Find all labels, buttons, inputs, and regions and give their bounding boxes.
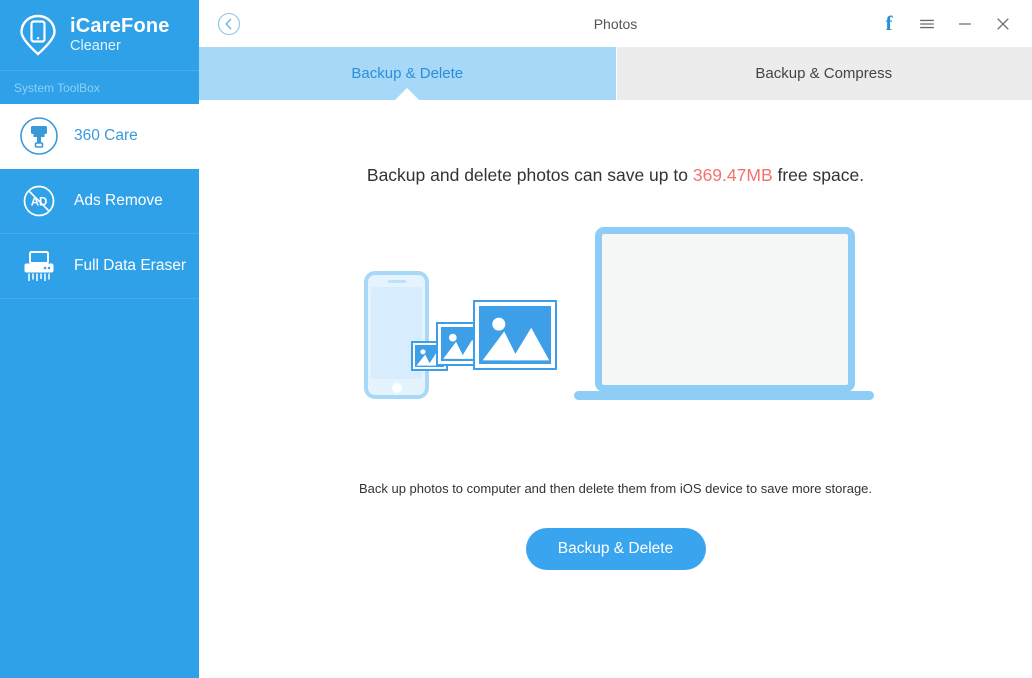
- sidebar-nav: 360 Care AD Ads Remove Full Data Eraser: [0, 104, 199, 299]
- sub-note: Back up photos to computer and then dele…: [358, 481, 873, 496]
- close-icon[interactable]: [984, 4, 1022, 44]
- brush-circle-icon: [18, 115, 60, 157]
- tab-backup-and-delete[interactable]: Backup & Delete: [199, 47, 616, 101]
- window-controls: f: [870, 0, 1022, 47]
- titlebar: Photos f: [199, 0, 1032, 47]
- minimize-icon[interactable]: [946, 4, 984, 44]
- laptop-icon: [595, 227, 855, 392]
- brand: iCareFone Cleaner: [0, 0, 199, 70]
- headline-prefix: Backup and delete photos can save up to: [366, 165, 693, 185]
- sidebar-section-label: System ToolBox: [0, 70, 199, 104]
- tab-divider: [615, 47, 617, 100]
- svg-text:AD: AD: [31, 197, 48, 209]
- tab-label: Backup & Delete: [351, 65, 464, 82]
- sidebar-item-label: Ads Remove: [74, 192, 163, 209]
- tab-backup-and-compress[interactable]: Backup & Compress: [615, 47, 1032, 100]
- sidebar-item-full-data-eraser[interactable]: Full Data Eraser: [0, 234, 199, 299]
- content-area: Backup and delete photos can save up to …: [199, 100, 1032, 678]
- iphone-icon: [364, 271, 429, 399]
- sidebar-item-label: 360 Care: [74, 127, 138, 144]
- main-panel: Photos f Backup & Delete Backup & Compre…: [199, 0, 1032, 678]
- menu-icon[interactable]: [908, 4, 946, 44]
- facebook-glyph: f: [885, 11, 893, 35]
- sidebar-item-ads-remove[interactable]: AD Ads Remove: [0, 169, 199, 234]
- photo-thumb-large-icon: [473, 300, 557, 370]
- backup-and-delete-button[interactable]: Backup & Delete: [525, 528, 706, 570]
- headline: Backup and delete photos can save up to …: [199, 165, 1032, 186]
- back-circle-icon[interactable]: [217, 12, 241, 36]
- sidebar-item-360-care[interactable]: 360 Care: [0, 104, 199, 169]
- laptop-base: [574, 391, 874, 400]
- ad-block-icon: AD: [18, 180, 60, 222]
- brand-subtitle: Cleaner: [70, 37, 121, 54]
- phone-speaker: [387, 280, 406, 283]
- phone-home-button: [391, 383, 402, 393]
- headline-suffix: free space.: [772, 165, 865, 185]
- cta-wrap: Backup & Delete: [199, 528, 1032, 570]
- phone-pin-icon: [18, 14, 58, 56]
- app-window: iCareFone Cleaner System ToolBox 360 Car…: [0, 0, 1032, 678]
- free-space-size: 369.47MB: [692, 165, 773, 185]
- transfer-illustration: [199, 219, 1032, 429]
- facebook-icon[interactable]: f: [870, 4, 908, 44]
- sidebar-item-label: Full Data Eraser: [74, 257, 186, 274]
- brand-text: iCareFone Cleaner: [70, 14, 170, 54]
- photo-thumb-art: [479, 306, 551, 364]
- shredder-icon: [18, 245, 60, 287]
- brand-name: iCareFone: [70, 14, 170, 37]
- tab-bar: Backup & Delete Backup & Compress: [199, 47, 1032, 101]
- sidebar: iCareFone Cleaner System ToolBox 360 Car…: [0, 0, 199, 678]
- tab-label: Backup & Compress: [755, 65, 893, 82]
